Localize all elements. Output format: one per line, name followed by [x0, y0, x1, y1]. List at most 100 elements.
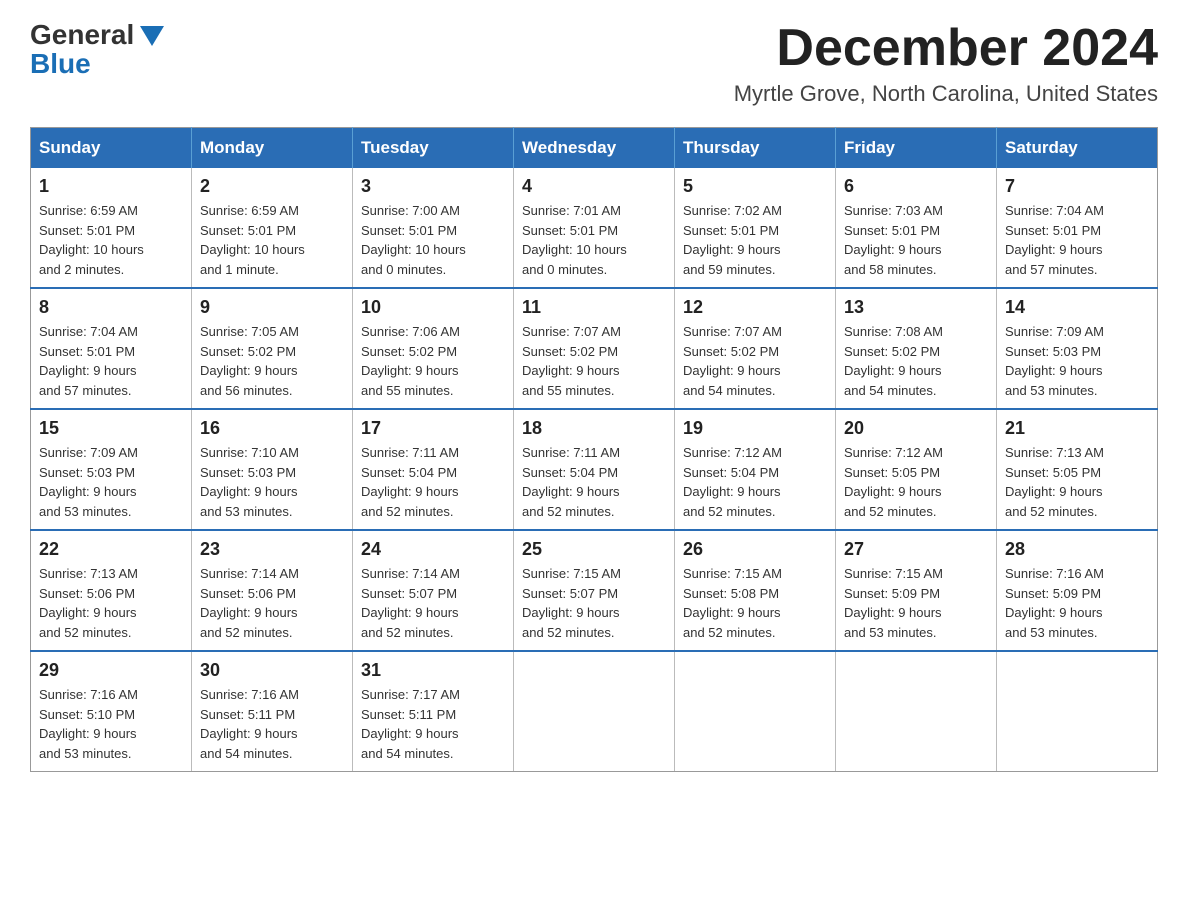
header-sunday: Sunday	[31, 128, 192, 169]
calendar-cell-w5-d5	[675, 651, 836, 772]
calendar-cell-w2-d7: 14 Sunrise: 7:09 AM Sunset: 5:03 PM Dayli…	[997, 288, 1158, 409]
day-info: Sunrise: 7:12 AM Sunset: 5:04 PM Dayligh…	[683, 443, 827, 521]
header-monday: Monday	[192, 128, 353, 169]
day-info: Sunrise: 7:15 AM Sunset: 5:09 PM Dayligh…	[844, 564, 988, 642]
header-thursday: Thursday	[675, 128, 836, 169]
header-tuesday: Tuesday	[353, 128, 514, 169]
calendar-cell-w4-d1: 22 Sunrise: 7:13 AM Sunset: 5:06 PM Dayli…	[31, 530, 192, 651]
calendar-cell-w5-d4	[514, 651, 675, 772]
day-info: Sunrise: 7:16 AM Sunset: 5:11 PM Dayligh…	[200, 685, 344, 763]
calendar-cell-w1-d5: 5 Sunrise: 7:02 AM Sunset: 5:01 PM Daylig…	[675, 168, 836, 288]
calendar-cell-w2-d1: 8 Sunrise: 7:04 AM Sunset: 5:01 PM Daylig…	[31, 288, 192, 409]
location-title: Myrtle Grove, North Carolina, United Sta…	[734, 81, 1158, 107]
day-number: 31	[361, 660, 505, 681]
calendar-table: SundayMondayTuesdayWednesdayThursdayFrid…	[30, 127, 1158, 772]
day-number: 17	[361, 418, 505, 439]
calendar-cell-w2-d5: 12 Sunrise: 7:07 AM Sunset: 5:02 PM Dayli…	[675, 288, 836, 409]
day-number: 27	[844, 539, 988, 560]
month-title: December 2024	[734, 20, 1158, 77]
day-info: Sunrise: 7:15 AM Sunset: 5:07 PM Dayligh…	[522, 564, 666, 642]
calendar-week-4: 22 Sunrise: 7:13 AM Sunset: 5:06 PM Dayli…	[31, 530, 1158, 651]
day-number: 12	[683, 297, 827, 318]
logo: General Blue	[30, 20, 168, 78]
calendar-cell-w2-d4: 11 Sunrise: 7:07 AM Sunset: 5:02 PM Dayli…	[514, 288, 675, 409]
header-wednesday: Wednesday	[514, 128, 675, 169]
day-number: 8	[39, 297, 183, 318]
day-number: 11	[522, 297, 666, 318]
calendar-cell-w4-d6: 27 Sunrise: 7:15 AM Sunset: 5:09 PM Dayli…	[836, 530, 997, 651]
calendar-cell-w2-d3: 10 Sunrise: 7:06 AM Sunset: 5:02 PM Dayli…	[353, 288, 514, 409]
day-number: 30	[200, 660, 344, 681]
day-info: Sunrise: 7:16 AM Sunset: 5:09 PM Dayligh…	[1005, 564, 1149, 642]
day-number: 18	[522, 418, 666, 439]
calendar-cell-w3-d5: 19 Sunrise: 7:12 AM Sunset: 5:04 PM Dayli…	[675, 409, 836, 530]
day-info: Sunrise: 7:00 AM Sunset: 5:01 PM Dayligh…	[361, 201, 505, 279]
calendar-cell-w1-d6: 6Sunrise: 7:03 AM Sunset: 5:01 PM Daylig…	[836, 168, 997, 288]
day-info: Sunrise: 7:07 AM Sunset: 5:02 PM Dayligh…	[683, 322, 827, 400]
day-info: Sunrise: 7:13 AM Sunset: 5:05 PM Dayligh…	[1005, 443, 1149, 521]
day-info: Sunrise: 7:07 AM Sunset: 5:02 PM Dayligh…	[522, 322, 666, 400]
day-number: 22	[39, 539, 183, 560]
day-number: 4	[522, 176, 666, 197]
day-info: Sunrise: 7:05 AM Sunset: 5:02 PM Dayligh…	[200, 322, 344, 400]
calendar-cell-w2-d6: 13Sunrise: 7:08 AM Sunset: 5:02 PM Dayli…	[836, 288, 997, 409]
calendar-cell-w4-d3: 24 Sunrise: 7:14 AM Sunset: 5:07 PM Dayli…	[353, 530, 514, 651]
day-number: 1	[39, 176, 183, 197]
header-saturday: Saturday	[997, 128, 1158, 169]
page-header: General Blue December 2024 Myrtle Grove,…	[30, 20, 1158, 107]
day-info: Sunrise: 7:16 AM Sunset: 5:10 PM Dayligh…	[39, 685, 183, 763]
day-info: Sunrise: 7:04 AM Sunset: 5:01 PM Dayligh…	[39, 322, 183, 400]
calendar-cell-w3-d4: 18 Sunrise: 7:11 AM Sunset: 5:04 PM Dayli…	[514, 409, 675, 530]
day-number: 20	[844, 418, 988, 439]
day-number: 2	[200, 176, 344, 197]
day-info: Sunrise: 6:59 AM Sunset: 5:01 PM Dayligh…	[39, 201, 183, 279]
day-info: Sunrise: 7:15 AM Sunset: 5:08 PM Dayligh…	[683, 564, 827, 642]
calendar-cell-w1-d3: 3Sunrise: 7:00 AM Sunset: 5:01 PM Daylig…	[353, 168, 514, 288]
calendar-cell-w3-d2: 16Sunrise: 7:10 AM Sunset: 5:03 PM Dayli…	[192, 409, 353, 530]
calendar-cell-w1-d7: 7Sunrise: 7:04 AM Sunset: 5:01 PM Daylig…	[997, 168, 1158, 288]
calendar-week-3: 15 Sunrise: 7:09 AM Sunset: 5:03 PM Dayli…	[31, 409, 1158, 530]
day-info: Sunrise: 7:03 AM Sunset: 5:01 PM Dayligh…	[844, 201, 988, 279]
calendar-cell-w4-d7: 28 Sunrise: 7:16 AM Sunset: 5:09 PM Dayli…	[997, 530, 1158, 651]
calendar-week-2: 8 Sunrise: 7:04 AM Sunset: 5:01 PM Daylig…	[31, 288, 1158, 409]
calendar-cell-w5-d3: 31 Sunrise: 7:17 AM Sunset: 5:11 PM Dayli…	[353, 651, 514, 772]
day-info: Sunrise: 7:11 AM Sunset: 5:04 PM Dayligh…	[361, 443, 505, 521]
calendar-cell-w1-d1: 1 Sunrise: 6:59 AM Sunset: 5:01 PM Daylig…	[31, 168, 192, 288]
day-number: 5	[683, 176, 827, 197]
logo-general: General	[30, 21, 134, 49]
day-number: 15	[39, 418, 183, 439]
day-info: Sunrise: 7:17 AM Sunset: 5:11 PM Dayligh…	[361, 685, 505, 763]
calendar-cell-w3-d7: 21Sunrise: 7:13 AM Sunset: 5:05 PM Dayli…	[997, 409, 1158, 530]
day-info: Sunrise: 7:11 AM Sunset: 5:04 PM Dayligh…	[522, 443, 666, 521]
calendar-cell-w2-d2: 9 Sunrise: 7:05 AM Sunset: 5:02 PM Daylig…	[192, 288, 353, 409]
day-info: Sunrise: 7:14 AM Sunset: 5:07 PM Dayligh…	[361, 564, 505, 642]
day-number: 26	[683, 539, 827, 560]
calendar-header-row: SundayMondayTuesdayWednesdayThursdayFrid…	[31, 128, 1158, 169]
calendar-cell-w5-d7	[997, 651, 1158, 772]
day-info: Sunrise: 7:10 AM Sunset: 5:03 PM Dayligh…	[200, 443, 344, 521]
day-info: Sunrise: 7:02 AM Sunset: 5:01 PM Dayligh…	[683, 201, 827, 279]
logo-blue: Blue	[30, 50, 91, 78]
calendar-cell-w1-d2: 2Sunrise: 6:59 AM Sunset: 5:01 PM Daylig…	[192, 168, 353, 288]
day-number: 23	[200, 539, 344, 560]
day-info: Sunrise: 7:09 AM Sunset: 5:03 PM Dayligh…	[1005, 322, 1149, 400]
day-info: Sunrise: 7:06 AM Sunset: 5:02 PM Dayligh…	[361, 322, 505, 400]
calendar-cell-w5-d1: 29Sunrise: 7:16 AM Sunset: 5:10 PM Dayli…	[31, 651, 192, 772]
calendar-cell-w3-d3: 17 Sunrise: 7:11 AM Sunset: 5:04 PM Dayli…	[353, 409, 514, 530]
day-info: Sunrise: 7:08 AM Sunset: 5:02 PM Dayligh…	[844, 322, 988, 400]
day-info: Sunrise: 7:01 AM Sunset: 5:01 PM Dayligh…	[522, 201, 666, 279]
day-number: 9	[200, 297, 344, 318]
calendar-cell-w4-d5: 26 Sunrise: 7:15 AM Sunset: 5:08 PM Dayli…	[675, 530, 836, 651]
day-number: 10	[361, 297, 505, 318]
day-number: 28	[1005, 539, 1149, 560]
day-number: 7	[1005, 176, 1149, 197]
day-number: 24	[361, 539, 505, 560]
day-info: Sunrise: 7:12 AM Sunset: 5:05 PM Dayligh…	[844, 443, 988, 521]
day-number: 19	[683, 418, 827, 439]
day-info: Sunrise: 7:09 AM Sunset: 5:03 PM Dayligh…	[39, 443, 183, 521]
day-info: Sunrise: 7:13 AM Sunset: 5:06 PM Dayligh…	[39, 564, 183, 642]
calendar-week-1: 1 Sunrise: 6:59 AM Sunset: 5:01 PM Daylig…	[31, 168, 1158, 288]
day-number: 14	[1005, 297, 1149, 318]
calendar-cell-w4-d2: 23Sunrise: 7:14 AM Sunset: 5:06 PM Dayli…	[192, 530, 353, 651]
title-section: December 2024 Myrtle Grove, North Caroli…	[734, 20, 1158, 107]
